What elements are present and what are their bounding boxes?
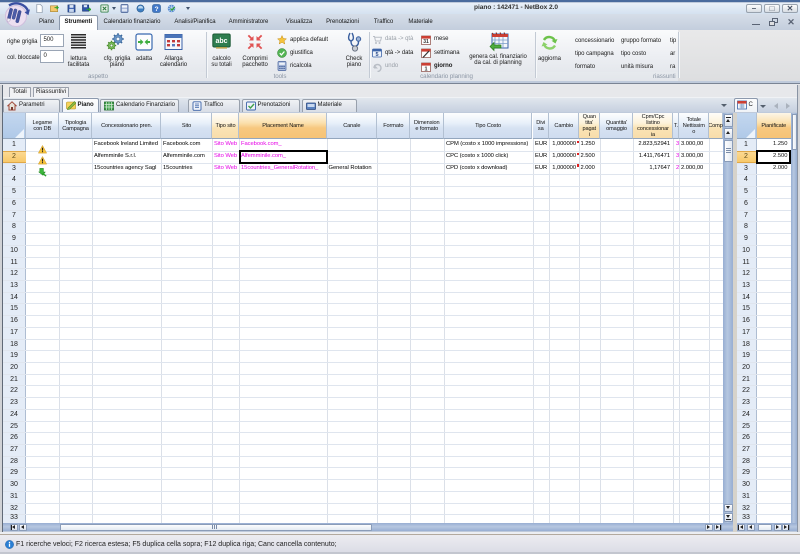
svg-text:?: ? <box>154 5 158 12</box>
svg-text:1: 1 <box>424 66 427 72</box>
svg-text:abc: abc <box>215 38 227 45</box>
svg-text:31: 31 <box>423 39 429 45</box>
svg-text:5: 5 <box>375 52 378 58</box>
